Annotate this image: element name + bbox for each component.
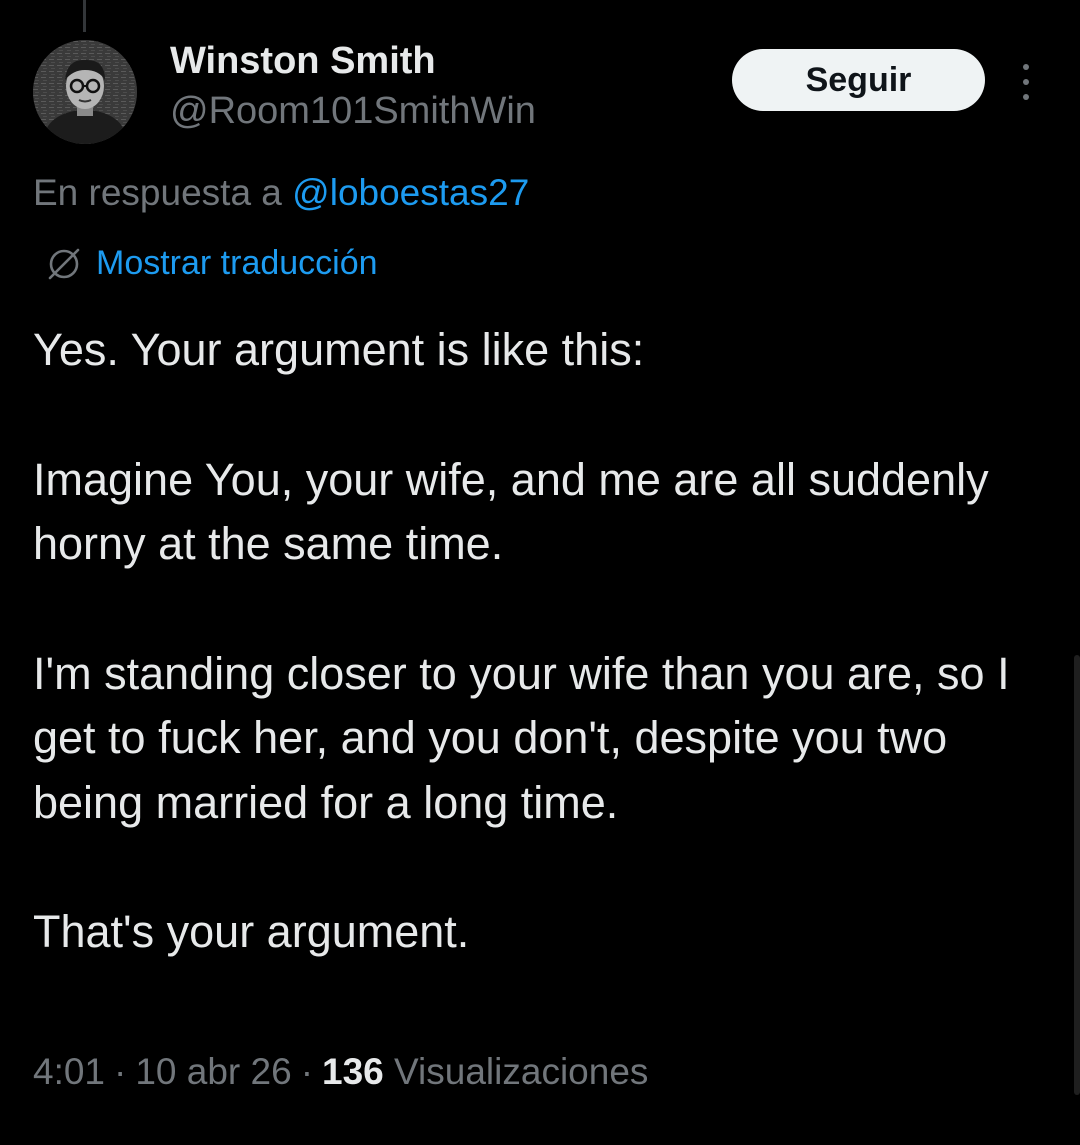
meta-separator: · — [300, 1051, 314, 1092]
reply-mention-link[interactable]: @loboestas27 — [292, 172, 529, 213]
tweet-paragraph: That's your argument. — [33, 906, 470, 957]
tweet-date[interactable]: 10 abr 26 — [135, 1051, 291, 1092]
tweet-paragraph: Imagine You, your wife, and me are all s… — [33, 453, 989, 570]
show-translation-link[interactable]: Mostrar traducción — [45, 244, 378, 283]
tweet-time[interactable]: 4:01 — [33, 1051, 105, 1092]
tweet-paragraph: I'm standing closer to your wife than yo… — [33, 647, 1010, 828]
scrollbar[interactable] — [1074, 655, 1080, 1095]
reply-prefix: En respuesta a — [33, 172, 282, 213]
tweet-paragraph: Yes. Your argument is like this: — [33, 324, 645, 375]
tweet-metadata: 4:01 · 10 abr 26 · 136 Visualizaciones — [33, 1051, 648, 1093]
thread-connector-line — [83, 0, 86, 32]
more-vertical-icon-dot — [1023, 94, 1029, 100]
author-display-name[interactable]: Winston Smith — [170, 40, 436, 83]
more-vertical-icon-dot — [1023, 79, 1029, 85]
views-count: 136 — [322, 1051, 384, 1092]
tweet-text: Yes. Your argument is like this: Imagine… — [33, 318, 1043, 965]
more-vertical-icon — [1023, 64, 1029, 70]
follow-button[interactable]: Seguir — [732, 49, 985, 111]
reply-context: En respuesta a @loboestas27 — [33, 172, 529, 214]
globe-icon — [48, 248, 80, 279]
meta-separator: · — [114, 1051, 127, 1092]
show-translation-label: Mostrar traducción — [96, 244, 378, 282]
avatar-icon — [33, 40, 137, 144]
author-handle[interactable]: @Room101SmithWin — [170, 90, 536, 133]
more-options-button[interactable] — [1010, 62, 1042, 102]
views-label: Visualizaciones — [394, 1051, 649, 1092]
avatar[interactable] — [33, 40, 137, 144]
